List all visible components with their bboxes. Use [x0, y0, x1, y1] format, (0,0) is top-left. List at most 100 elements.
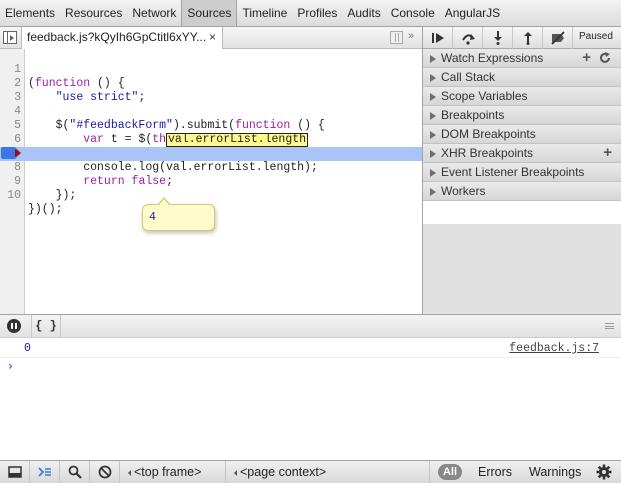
tab-console[interactable]: Console	[386, 0, 440, 26]
pane-label: Call Stack	[441, 70, 496, 84]
add-icon[interactable]: +	[582, 49, 591, 66]
tab-elements[interactable]: Elements	[0, 0, 60, 26]
tab-sources[interactable]: Sources	[181, 0, 238, 26]
expand-arrow-icon	[430, 131, 436, 139]
filter-all-button[interactable]: All	[438, 464, 462, 480]
file-tab-label: feedback.js?kQyIh6GpCtitl6xYY...	[27, 30, 207, 44]
breakpoint-flag	[1, 147, 21, 159]
code-editor[interactable]: 1 (function () { 2 "use strict"; 3 4 $("…	[0, 49, 422, 314]
debugger-sidebar-toggle-icon[interactable]	[390, 31, 403, 44]
console-message: 0 feedback.js:7	[0, 340, 621, 358]
tab-audits[interactable]: Audits	[342, 0, 385, 26]
pretty-print-button[interactable]: { }	[31, 315, 61, 337]
pane-xhr-breakpoints[interactable]: XHR Breakpoints +	[423, 144, 621, 163]
console-icon	[38, 467, 51, 477]
deactivate-breakpoints-button[interactable]	[543, 27, 573, 49]
debugger-sidebar: Paused Watch Expressions + Call Stack Sc…	[422, 27, 621, 314]
popover-value: 4	[149, 211, 156, 224]
navigator-toggle-icon[interactable]	[3, 31, 17, 44]
resume-icon	[432, 33, 444, 43]
pane-breakpoints[interactable]: Breakpoints	[423, 106, 621, 125]
step-into-icon	[494, 31, 502, 45]
hovered-expression[interactable]: val.errorList.length	[166, 133, 309, 147]
sidebar-empty-area	[423, 224, 621, 314]
code-line: 5 var t = $(this).serialize();	[0, 105, 422, 146]
overflow-chevron-icon[interactable]: »	[408, 30, 414, 42]
expand-arrow-icon	[430, 55, 436, 63]
console-source-link[interactable]: feedback.js:7	[509, 342, 599, 355]
pause-icon[interactable]	[7, 319, 21, 333]
dropdown-arrow-icon	[128, 469, 131, 476]
execution-line: 8 return false;	[0, 147, 422, 188]
dock-icon	[8, 466, 22, 478]
pane-label: XHR Breakpoints	[441, 146, 534, 160]
add-icon[interactable]: +	[603, 144, 612, 161]
editor-tab-strip: feedback.js?kQyIh6GpCtitl6xYY... × »	[0, 27, 422, 49]
pane-label: Scope Variables	[441, 89, 528, 103]
clear-console-button[interactable]	[90, 461, 120, 483]
pane-workers[interactable]: Workers	[423, 182, 621, 201]
code-text: })();	[28, 203, 63, 216]
pane-watch-expressions[interactable]: Watch Expressions +	[423, 49, 621, 68]
pane-label: DOM Breakpoints	[441, 127, 536, 141]
show-console-button[interactable]	[30, 461, 60, 483]
search-icon	[68, 465, 82, 479]
dropdown-arrow-icon	[234, 469, 237, 476]
gear-icon[interactable]	[596, 464, 612, 480]
expand-arrow-icon	[430, 93, 436, 101]
frame-select[interactable]: <top frame>	[120, 461, 226, 483]
resume-button[interactable]	[423, 27, 453, 49]
frame-select-value: <top frame>	[134, 465, 202, 479]
dock-toggle-button[interactable]	[0, 461, 30, 483]
drawer-resize-handle-icon[interactable]	[605, 323, 614, 329]
tab-resources[interactable]: Resources	[60, 0, 127, 26]
file-tab[interactable]: feedback.js?kQyIh6GpCtitl6xYY... ×	[21, 27, 223, 49]
tab-profiles[interactable]: Profiles	[292, 0, 342, 26]
pane-event-listener-breakpoints[interactable]: Event Listener Breakpoints	[423, 163, 621, 182]
tab-network[interactable]: Network	[127, 0, 181, 26]
pane-scope-variables[interactable]: Scope Variables	[423, 87, 621, 106]
code-line: 2 "use strict";	[0, 63, 422, 104]
tab-timeline[interactable]: Timeline	[237, 0, 292, 26]
breakpoint-marker-icon[interactable]	[1, 147, 21, 159]
context-select[interactable]: <page context>	[226, 461, 430, 483]
clear-icon	[98, 465, 112, 479]
pane-label: Event Listener Breakpoints	[441, 165, 585, 179]
line-number[interactable]: 10	[0, 189, 21, 203]
step-into-button[interactable]	[483, 27, 513, 49]
code-line: 4 $("#feedbackForm").submit(function () …	[0, 91, 422, 132]
code-text: });	[28, 189, 77, 202]
filter-warnings-button[interactable]: Warnings	[529, 461, 581, 483]
code-line: 10 })();	[0, 175, 422, 216]
filter-errors-button[interactable]: Errors	[478, 461, 512, 483]
step-over-icon	[462, 34, 475, 45]
status-bar: <top frame> <page context> All Errors Wa…	[0, 460, 621, 483]
prompt-chevron-icon: ›	[8, 359, 13, 373]
console-drawer-toolbar: { }	[0, 314, 621, 338]
sidebar-panes: Watch Expressions + Call Stack Scope Var…	[423, 49, 621, 201]
tab-angularjs[interactable]: AngularJS	[440, 0, 505, 26]
execution-pointer-icon	[15, 149, 21, 157]
console-prompt[interactable]: ›	[0, 358, 621, 374]
refresh-icon[interactable]	[599, 52, 611, 64]
debugger-toolbar: Paused	[423, 27, 621, 49]
code-line: 6 var val = $(this).validate();	[0, 119, 422, 160]
pane-dom-breakpoints[interactable]: DOM Breakpoints	[423, 125, 621, 144]
search-button[interactable]	[60, 461, 90, 483]
step-over-button[interactable]	[453, 27, 483, 49]
pane-label: Breakpoints	[441, 108, 505, 122]
console-output[interactable]: 0 feedback.js:7 ›	[0, 338, 621, 460]
code-line: 1 (function () {	[0, 49, 422, 90]
step-out-button[interactable]	[513, 27, 543, 49]
expand-arrow-icon	[430, 74, 436, 82]
value-popover: 4	[142, 197, 215, 231]
pane-call-stack[interactable]: Call Stack	[423, 68, 621, 87]
expand-arrow-icon	[430, 169, 436, 177]
close-icon[interactable]: ×	[209, 27, 216, 48]
pane-label: Watch Expressions	[441, 51, 544, 65]
deactivate-breakpoints-icon	[551, 31, 565, 45]
code-line: 9 });	[0, 161, 422, 202]
step-out-icon	[524, 32, 532, 45]
expand-arrow-icon	[430, 150, 436, 158]
context-select-value: <page context>	[240, 465, 327, 479]
